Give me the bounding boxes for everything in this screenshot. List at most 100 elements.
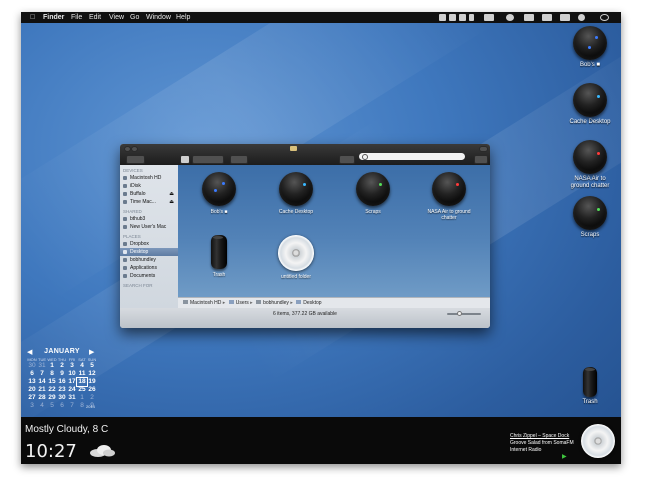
- view-mode-buttons[interactable]: [192, 155, 224, 164]
- calendar-day[interactable]: 12: [87, 370, 97, 378]
- toolbar-toggle-button[interactable]: [479, 146, 488, 152]
- file-item-bobs[interactable]: Bob's ■: [179, 172, 259, 215]
- toolbar-button[interactable]: [474, 155, 488, 164]
- status-icon[interactable]: [459, 14, 466, 21]
- play-icon[interactable]: ▶: [562, 454, 567, 461]
- file-item-scraps[interactable]: Scraps: [333, 172, 413, 215]
- sidebar-item-dropbox[interactable]: Dropbox: [120, 240, 178, 248]
- calendar-day[interactable]: 4: [37, 402, 47, 410]
- eject-icon[interactable]: ⏏: [169, 198, 174, 206]
- menu-edit[interactable]: Edit: [89, 12, 101, 23]
- icon-size-slider[interactable]: [447, 311, 481, 316]
- status-icon[interactable]: [542, 14, 552, 21]
- file-item-nasa[interactable]: NASA Air to ground chatter: [409, 172, 489, 221]
- calendar-day[interactable]: 22: [47, 386, 57, 394]
- calendar-day[interactable]: 2: [57, 362, 67, 370]
- calendar-day[interactable]: 4: [77, 362, 87, 370]
- calendar-day[interactable]: 9: [57, 370, 67, 378]
- cd-icon[interactable]: [581, 424, 615, 458]
- battery-icon[interactable]: [524, 14, 534, 21]
- calendar-day[interactable]: 14: [37, 378, 47, 386]
- calendar-day[interactable]: 7: [67, 402, 77, 410]
- now-playing-song[interactable]: Chris Zippel – Space Dock: [510, 433, 574, 440]
- sidebar-item-new-users-mac[interactable]: New User's Mac: [120, 223, 178, 231]
- menu-window[interactable]: Window: [146, 12, 171, 23]
- calendar-day[interactable]: 6: [57, 402, 67, 410]
- desktop-icon-bobs[interactable]: Bob's ■: [560, 26, 620, 69]
- calendar-day[interactable]: 13: [27, 378, 37, 386]
- calendar-day[interactable]: 3: [27, 402, 37, 410]
- menu-go[interactable]: Go: [130, 12, 139, 23]
- path-segment[interactable]: Macintosh HD: [190, 300, 221, 306]
- file-item-cache-desktop[interactable]: Cache Desktop: [256, 172, 336, 215]
- sidebar-item-macintosh-hd[interactable]: Macintosh HD: [120, 174, 178, 182]
- sidebar-item-bobhundley[interactable]: bobhundley: [120, 256, 178, 264]
- calendar-day[interactable]: 16: [57, 378, 67, 386]
- calendar-day[interactable]: 25: [77, 386, 87, 394]
- status-icon[interactable]: [439, 14, 446, 21]
- file-item-untitled-folder[interactable]: untitled folder: [256, 235, 336, 280]
- calendar-day[interactable]: 20: [27, 386, 37, 394]
- calendar-day[interactable]: 7: [37, 370, 47, 378]
- calendar-day[interactable]: 6: [27, 370, 37, 378]
- menu-finder[interactable]: Finder: [43, 12, 64, 23]
- calendar-day[interactable]: 30: [57, 394, 67, 402]
- path-segment[interactable]: bobhundley: [263, 300, 289, 306]
- slider-knob[interactable]: [457, 311, 462, 316]
- calendar-day[interactable]: 17: [67, 378, 77, 386]
- status-icon[interactable]: [449, 14, 456, 21]
- view-icons-button[interactable]: [180, 155, 190, 164]
- path-segment[interactable]: Users: [236, 300, 249, 306]
- finder-window[interactable]: DEVICES Macintosh HD iDisk Buffalo ⏏ Time…: [120, 144, 490, 328]
- sidebar-item-bthub3[interactable]: bthub3: [120, 215, 178, 223]
- calendar-day[interactable]: 29: [47, 394, 57, 402]
- calendar-day[interactable]: 24: [67, 386, 77, 394]
- calendar-day[interactable]: 28: [37, 394, 47, 402]
- calendar-day[interactable]: 1: [77, 394, 87, 402]
- menu-help[interactable]: Help: [176, 12, 190, 23]
- quick-look-button[interactable]: [230, 155, 248, 164]
- calendar-day[interactable]: 26: [87, 386, 97, 394]
- action-button[interactable]: [339, 155, 355, 164]
- sidebar-item-buffalo[interactable]: Buffalo ⏏: [120, 190, 178, 198]
- sidebar-item-idisk[interactable]: iDisk: [120, 182, 178, 190]
- apple-menu[interactable]: : [30, 12, 35, 23]
- display-icon[interactable]: [484, 14, 494, 21]
- calendar-day[interactable]: 23: [57, 386, 67, 394]
- menu-file[interactable]: File: [71, 12, 82, 23]
- calendar-day[interactable]: 19: [87, 378, 97, 386]
- desktop-icon-nasa[interactable]: NASA Air to ground chatter: [560, 140, 620, 190]
- status-icon[interactable]: [560, 14, 570, 21]
- spotlight-icon[interactable]: [600, 14, 609, 21]
- calendar-day[interactable]: 31: [67, 394, 77, 402]
- next-month-button[interactable]: ▶: [89, 348, 94, 356]
- desktop-icon-cache-desktop[interactable]: Cache Desktop: [560, 83, 620, 126]
- calendar-day[interactable]: 30: [27, 362, 37, 370]
- calendar-day[interactable]: 11: [77, 370, 87, 378]
- calendar-day[interactable]: 2: [87, 394, 97, 402]
- calendar-day[interactable]: 27: [27, 394, 37, 402]
- calendar-day[interactable]: 1: [47, 362, 57, 370]
- calendar-day[interactable]: 5: [87, 362, 97, 370]
- sidebar-item-time-machine[interactable]: Time Mac... ⏏: [120, 198, 178, 206]
- desktop-icon-trash[interactable]: Trash: [560, 367, 620, 406]
- calendar-day[interactable]: 5: [47, 402, 57, 410]
- status-icon[interactable]: [469, 14, 474, 21]
- calendar-day[interactable]: 21: [37, 386, 47, 394]
- sidebar-item-desktop[interactable]: Desktop: [120, 248, 178, 256]
- desktop-icon-scraps[interactable]: Scraps: [560, 196, 620, 239]
- wifi-icon[interactable]: [506, 14, 514, 21]
- file-item-trash[interactable]: Trash: [179, 235, 259, 278]
- calendar-day[interactable]: 8: [47, 370, 57, 378]
- calendar-day[interactable]: 10: [67, 370, 77, 378]
- calendar-day[interactable]: 3: [67, 362, 77, 370]
- close-button[interactable]: [124, 146, 131, 152]
- prev-month-button[interactable]: ◀: [27, 348, 32, 356]
- calendar-day[interactable]: 15: [47, 378, 57, 386]
- search-field[interactable]: [359, 153, 465, 160]
- calendar-day[interactable]: 18: [76, 377, 88, 387]
- calendar-day[interactable]: 31: [37, 362, 47, 370]
- path-segment[interactable]: Desktop: [303, 300, 321, 306]
- sidebar-item-applications[interactable]: Applications: [120, 264, 178, 272]
- menu-view[interactable]: View: [109, 12, 124, 23]
